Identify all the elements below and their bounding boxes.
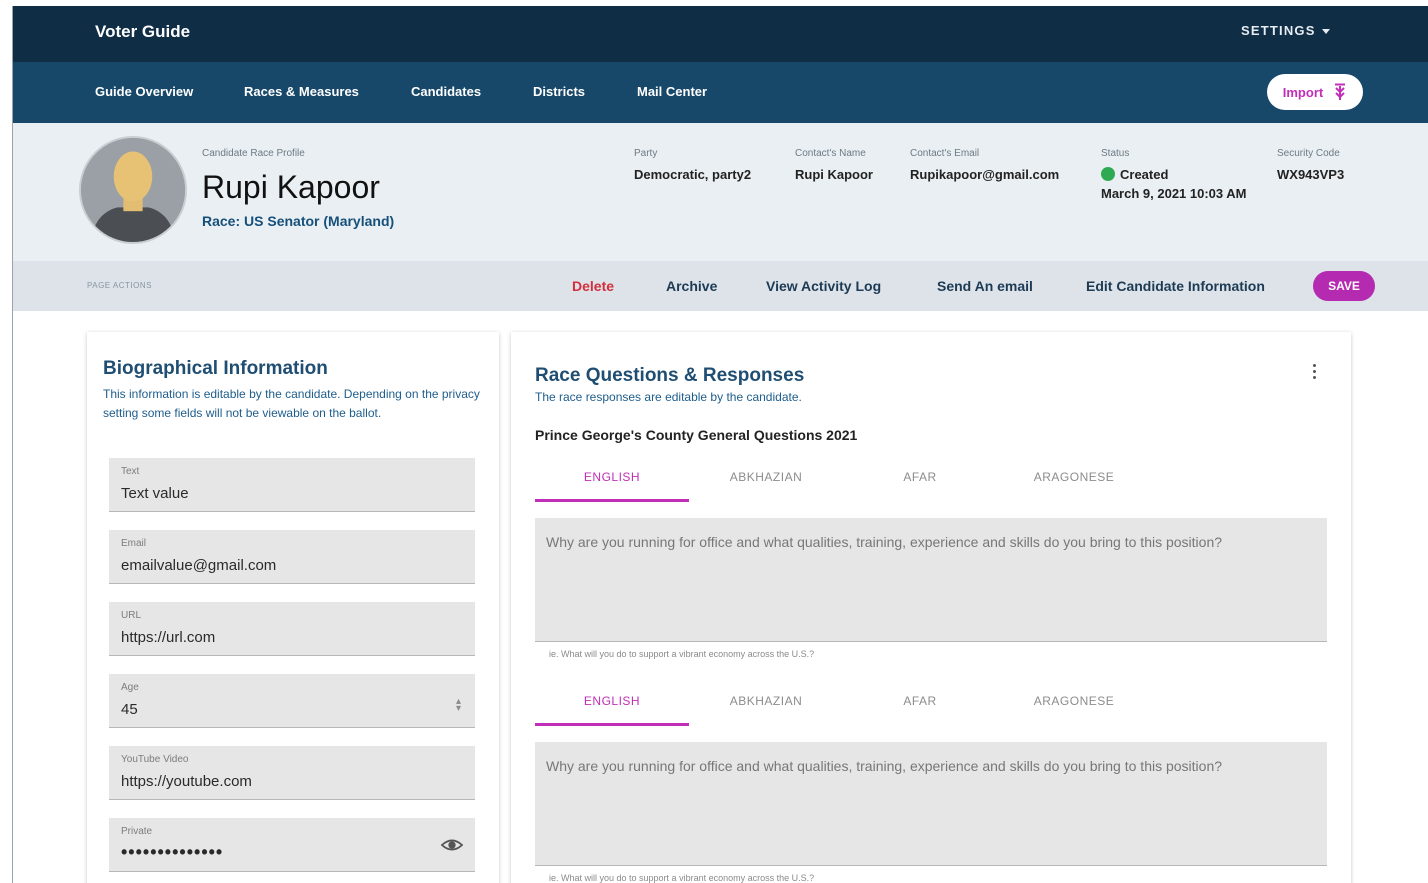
candidate-profile-header: Candidate Race Profile Rupi Kapoor Race:… [13,123,1428,261]
text-field-label: Text [121,466,140,477]
private-field[interactable]: Private •••••••••••••• [109,818,475,872]
security-code-label: Security Code [1277,148,1340,159]
security-code-value: WX943VP3 [1277,167,1345,182]
age-field-label: Age [121,682,139,693]
question-response-field[interactable]: Why are you running for office and what … [535,742,1327,866]
text-field[interactable]: Text Text value [109,458,475,512]
caret-down-icon [1321,29,1330,35]
status-text: Created [1120,167,1169,182]
delete-button[interactable]: Delete [572,278,614,294]
status-block: Status Created March 9, 2021 10:03 AM [1101,148,1246,201]
age-field-value: 45 [121,701,138,718]
url-field-label: URL [121,610,142,621]
question-placeholder: Why are you running for office and what … [546,534,1223,550]
text-field-value: Text value [121,485,189,502]
question-hint: ie. What will you do to support a vibran… [549,873,815,883]
question-hint: ie. What will you do to support a vibran… [549,649,815,659]
top-bar: Voter Guide SETTINGS [13,6,1428,62]
race-questions-title: Race Questions & Responses [535,365,805,386]
biographical-info-card: Biographical Information This informatio… [87,332,499,883]
nav-candidates[interactable]: Candidates [411,84,481,99]
contact-name-block: Contact's Name Rupi Kapoor [795,148,873,182]
view-activity-log-button[interactable]: View Activity Log [766,278,881,294]
status-value: Created [1101,167,1246,182]
url-field[interactable]: URL https://url.com [109,602,475,656]
youtube-video-field[interactable]: YouTube Video https://youtube.com [109,746,475,800]
contact-email-value: Rupikapoor@gmail.com [910,167,1060,182]
main-nav: Guide Overview Races & Measures Candidat… [13,62,1428,123]
contact-email-label: Contact's Email [910,148,980,159]
tab-abkhazian[interactable]: ABKHAZIAN [689,684,843,726]
tab-english[interactable]: ENGLISH [535,460,689,502]
bio-title: Biographical Information [103,358,328,379]
contact-name-label: Contact's Name [795,148,866,159]
import-icon [1335,83,1346,100]
more-options-icon[interactable] [1309,362,1319,384]
page-actions-bar: PAGE ACTIONS Delete Archive View Activit… [13,261,1428,311]
party-label: Party [634,148,658,159]
stepper-arrows-icon[interactable]: ▴ ▾ [456,697,461,714]
candidate-name: Rupi Kapoor [202,169,380,205]
security-code-block: Security Code WX943VP3 [1277,148,1344,182]
edit-candidate-info-button[interactable]: Edit Candidate Information [1086,278,1265,294]
nav-districts[interactable]: Districts [533,84,585,99]
contact-name-value: Rupi Kapoor [795,167,873,182]
import-button[interactable]: Import [1267,74,1363,110]
status-dot-icon [1101,167,1115,181]
save-button[interactable]: SAVE [1313,271,1375,301]
email-field[interactable]: Email emailvalue@gmail.com [109,530,475,584]
tab-aragonese[interactable]: ARAGONESE [997,460,1151,502]
youtube-video-label: YouTube Video [121,754,189,765]
page-actions-label: PAGE ACTIONS [87,281,152,290]
language-tabs: ENGLISH ABKHAZIAN AFAR ARAGONESE [535,460,1195,504]
status-date: March 9, 2021 10:03 AM [1101,186,1247,201]
tab-afar[interactable]: AFAR [843,684,997,726]
party-block: Party Democratic, party2 [634,148,751,182]
candidate-race: Race: US Senator (Maryland) [202,213,395,229]
race-questions-card: Race Questions & Responses The race resp… [511,332,1351,883]
question-set-title: Prince George's County General Questions… [535,427,858,443]
party-value: Democratic, party2 [634,167,752,182]
person-silhouette-icon [81,138,185,242]
contact-email-block: Contact's Email Rupikapoor@gmail.com [910,148,1059,182]
youtube-video-value: https://youtube.com [121,773,252,790]
private-field-value: •••••••••••••• [121,842,224,862]
url-field-value: https://url.com [121,629,216,646]
tab-aragonese[interactable]: ARAGONESE [997,684,1151,726]
private-field-label: Private [121,826,153,837]
status-label: Status [1101,148,1130,159]
avatar [79,136,187,244]
nav-mail-center[interactable]: Mail Center [637,84,707,99]
tab-english[interactable]: ENGLISH [535,684,689,726]
race-questions-description: The race responses are editable by the c… [535,390,802,404]
age-field[interactable]: Age 45 ▴ ▾ [109,674,475,728]
settings-menu[interactable]: SETTINGS [1241,23,1330,38]
tab-afar[interactable]: AFAR [843,460,997,502]
tab-abkhazian[interactable]: ABKHAZIAN [689,460,843,502]
question-placeholder: Why are you running for office and what … [546,758,1223,774]
app-title: Voter Guide [95,22,191,41]
archive-button[interactable]: Archive [666,278,717,294]
app-frame: Voter Guide SETTINGS Guide Overview Race… [12,6,1428,883]
nav-races-measures[interactable]: Races & Measures [244,84,359,99]
email-field-label: Email [121,538,147,549]
import-label: Import [1282,84,1324,100]
bio-description: This information is editable by the cand… [103,387,480,420]
eye-icon[interactable] [441,834,463,856]
question-response-field[interactable]: Why are you running for office and what … [535,518,1327,642]
language-tabs: ENGLISH ABKHAZIAN AFAR ARAGONESE [535,684,1195,728]
profile-subtitle: Candidate Race Profile [202,148,305,159]
settings-label: SETTINGS [1241,23,1316,38]
nav-guide-overview[interactable]: Guide Overview [95,84,193,99]
send-email-button[interactable]: Send An email [937,278,1033,294]
email-field-value: emailvalue@gmail.com [121,557,277,574]
